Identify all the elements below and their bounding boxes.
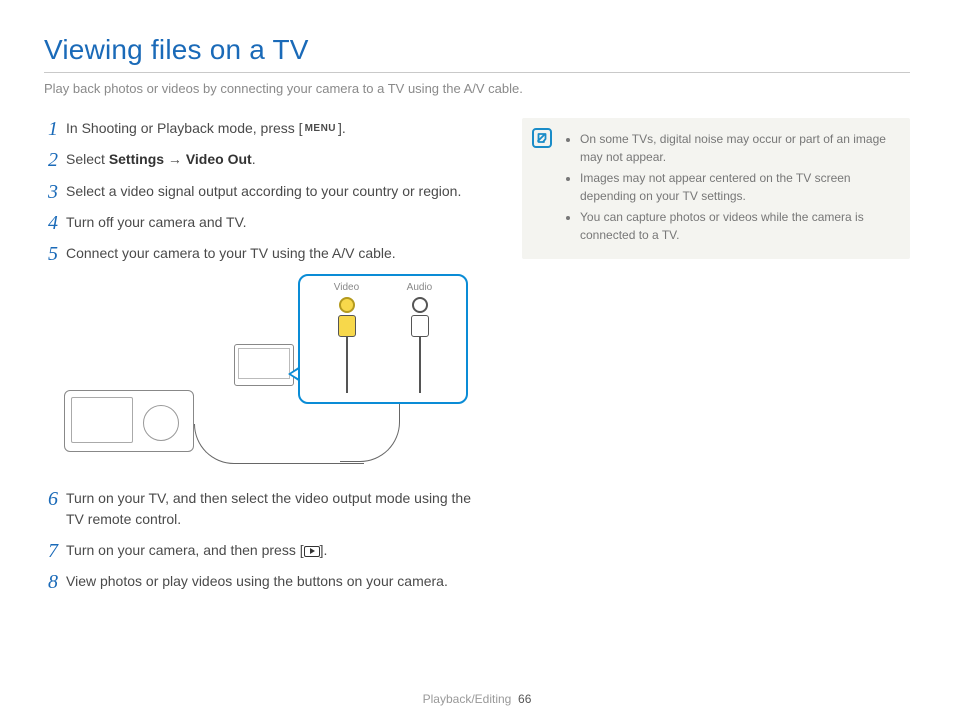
left-column: In Shooting or Playback mode, press [MEN… [44,118,484,603]
page-subtitle: Play back photos or videos by connecting… [44,81,910,96]
title-rule [44,72,910,73]
note-icon [532,128,552,148]
right-column: On some TVs, digital noise may occur or … [522,118,910,603]
note-1: On some TVs, digital noise may occur or … [580,130,896,166]
step-4: Turn off your camera and TV. [44,212,484,232]
step-7-post: ]. [320,542,328,558]
step-2-videoout: Video Out [186,151,252,167]
camera-icon [64,390,194,452]
step-2: Select Settings → Video Out. [44,149,484,169]
step-1: In Shooting or Playback mode, press [MEN… [44,118,484,138]
playback-icon [304,546,320,557]
page-footer: Playback/Editing 66 [0,692,954,706]
cable-icon-2 [340,402,400,462]
audio-plug-icon [410,297,430,393]
footer-page: 66 [518,692,531,706]
av-plug-callout: Video Audio [298,274,468,404]
plug-labels: Video Audio [310,282,456,293]
note-list: On some TVs, digital noise may occur or … [566,130,896,244]
step-5: Connect your camera to your TV using the… [44,243,484,263]
step-7-pre: Turn on your camera, and then press [ [66,542,304,558]
step-list: In Shooting or Playback mode, press [MEN… [44,118,484,263]
step-3: Select a video signal output according t… [44,181,484,201]
video-label: Video [334,282,359,293]
note-box: On some TVs, digital noise may occur or … [522,118,910,259]
menu-icon: MENU [303,122,338,138]
step-1-pre: In Shooting or Playback mode, press [ [66,120,303,136]
note-2: Images may not appear centered on the TV… [580,169,896,205]
step-1-post: ]. [338,120,346,136]
step-2-post: . [252,151,256,167]
page-title: Viewing files on a TV [44,34,910,66]
footer-section: Playback/Editing [423,692,512,706]
step-2-settings: Settings [109,151,164,167]
cable-icon [194,424,364,464]
tv-icon [234,344,294,386]
note-3: You can capture photos or videos while t… [580,208,896,244]
content-columns: In Shooting or Playback mode, press [MEN… [44,118,910,603]
audio-label: Audio [407,282,433,293]
step-8: View photos or play videos using the but… [44,571,484,591]
plug-row [310,297,456,393]
step-6: Turn on your TV, and then select the vid… [44,488,484,529]
video-plug-icon [337,297,357,393]
step-7: Turn on your camera, and then press []. [44,540,484,560]
connection-diagram: Video Audio [44,274,484,474]
step-list-continued: Turn on your TV, and then select the vid… [44,488,484,591]
step-2-arrow: → [164,151,186,167]
step-2-pre: Select [66,151,109,167]
